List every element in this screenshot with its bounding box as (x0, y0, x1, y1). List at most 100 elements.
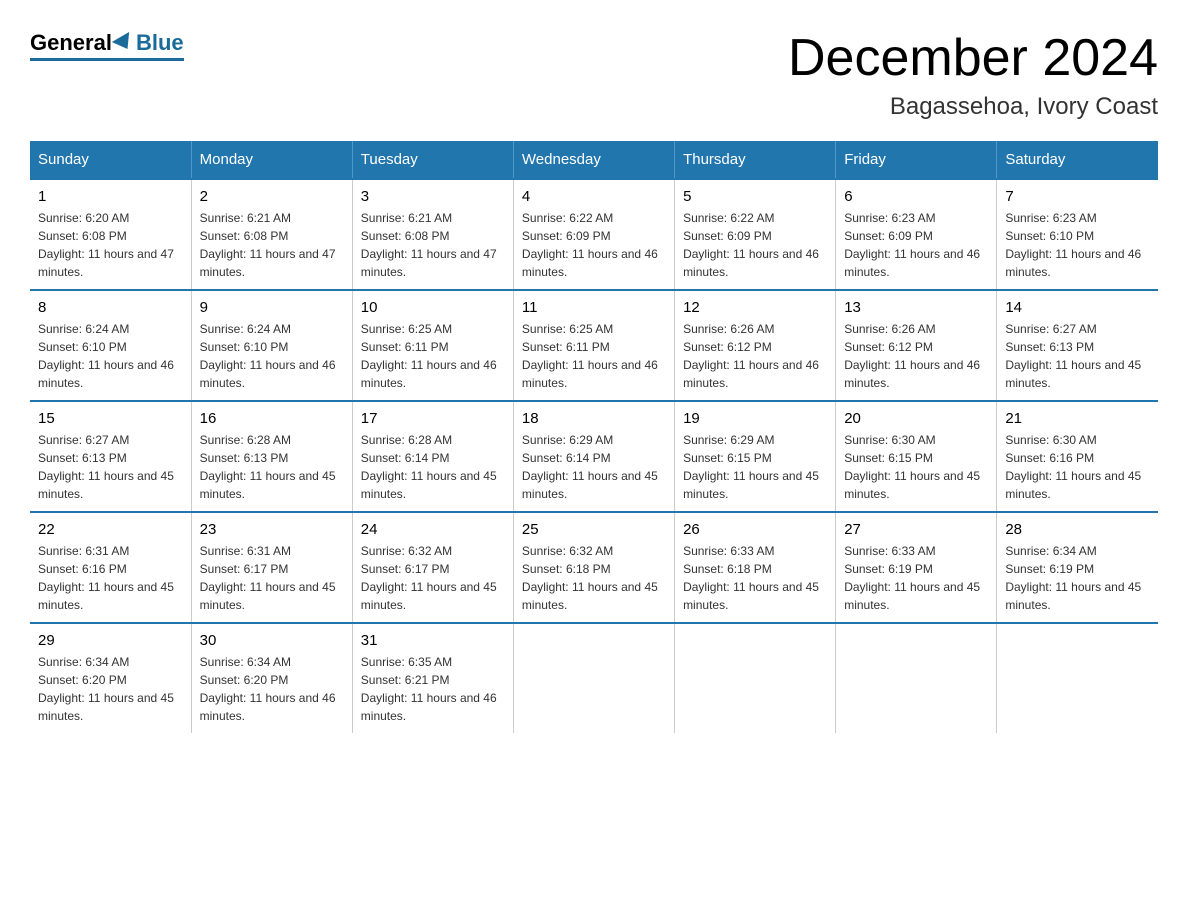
day-number: 25 (522, 521, 666, 538)
day-number: 27 (844, 521, 988, 538)
calendar-day-header: Saturday (997, 141, 1158, 179)
day-number: 26 (683, 521, 827, 538)
day-info: Sunrise: 6:24 AM Sunset: 6:10 PM Dayligh… (38, 320, 183, 392)
calendar-day-header: Thursday (675, 141, 836, 179)
day-number: 30 (200, 632, 344, 649)
day-info: Sunrise: 6:28 AM Sunset: 6:13 PM Dayligh… (200, 431, 344, 503)
day-info: Sunrise: 6:20 AM Sunset: 6:08 PM Dayligh… (38, 209, 183, 281)
day-info: Sunrise: 6:27 AM Sunset: 6:13 PM Dayligh… (1005, 320, 1150, 392)
day-number: 17 (361, 410, 505, 427)
calendar-day-cell: 27 Sunrise: 6:33 AM Sunset: 6:19 PM Dayl… (836, 512, 997, 623)
title-block: December 2024 Bagassehoa, Ivory Coast (788, 30, 1158, 121)
calendar-week-row: 29 Sunrise: 6:34 AM Sunset: 6:20 PM Dayl… (30, 623, 1158, 733)
day-info: Sunrise: 6:30 AM Sunset: 6:16 PM Dayligh… (1005, 431, 1150, 503)
calendar-day-cell: 10 Sunrise: 6:25 AM Sunset: 6:11 PM Dayl… (352, 290, 513, 401)
calendar-day-cell: 18 Sunrise: 6:29 AM Sunset: 6:14 PM Dayl… (513, 401, 674, 512)
day-number: 1 (38, 188, 183, 205)
calendar-day-cell: 23 Sunrise: 6:31 AM Sunset: 6:17 PM Dayl… (191, 512, 352, 623)
calendar-day-cell: 3 Sunrise: 6:21 AM Sunset: 6:08 PM Dayli… (352, 179, 513, 290)
calendar-day-header: Monday (191, 141, 352, 179)
logo-general-text: General (30, 30, 112, 56)
calendar-day-cell: 15 Sunrise: 6:27 AM Sunset: 6:13 PM Dayl… (30, 401, 191, 512)
day-info: Sunrise: 6:32 AM Sunset: 6:18 PM Dayligh… (522, 542, 666, 614)
month-title: December 2024 (788, 30, 1158, 87)
day-info: Sunrise: 6:27 AM Sunset: 6:13 PM Dayligh… (38, 431, 183, 503)
calendar-header-row: SundayMondayTuesdayWednesdayThursdayFrid… (30, 141, 1158, 179)
day-number: 29 (38, 632, 183, 649)
logo-blue-text: Blue (136, 30, 184, 56)
day-info: Sunrise: 6:24 AM Sunset: 6:10 PM Dayligh… (200, 320, 344, 392)
day-info: Sunrise: 6:32 AM Sunset: 6:17 PM Dayligh… (361, 542, 505, 614)
day-info: Sunrise: 6:33 AM Sunset: 6:19 PM Dayligh… (844, 542, 988, 614)
day-number: 7 (1005, 188, 1150, 205)
location-title: Bagassehoa, Ivory Coast (788, 93, 1158, 121)
day-number: 28 (1005, 521, 1150, 538)
day-info: Sunrise: 6:21 AM Sunset: 6:08 PM Dayligh… (361, 209, 505, 281)
day-number: 18 (522, 410, 666, 427)
calendar-day-cell: 12 Sunrise: 6:26 AM Sunset: 6:12 PM Dayl… (675, 290, 836, 401)
day-number: 13 (844, 299, 988, 316)
calendar-day-cell: 24 Sunrise: 6:32 AM Sunset: 6:17 PM Dayl… (352, 512, 513, 623)
day-info: Sunrise: 6:35 AM Sunset: 6:21 PM Dayligh… (361, 653, 505, 725)
day-info: Sunrise: 6:29 AM Sunset: 6:14 PM Dayligh… (522, 431, 666, 503)
day-number: 21 (1005, 410, 1150, 427)
day-info: Sunrise: 6:31 AM Sunset: 6:16 PM Dayligh… (38, 542, 183, 614)
calendar-day-header: Tuesday (352, 141, 513, 179)
calendar-day-cell: 2 Sunrise: 6:21 AM Sunset: 6:08 PM Dayli… (191, 179, 352, 290)
day-info: Sunrise: 6:34 AM Sunset: 6:19 PM Dayligh… (1005, 542, 1150, 614)
calendar-day-cell: 9 Sunrise: 6:24 AM Sunset: 6:10 PM Dayli… (191, 290, 352, 401)
day-info: Sunrise: 6:22 AM Sunset: 6:09 PM Dayligh… (522, 209, 666, 281)
calendar-week-row: 8 Sunrise: 6:24 AM Sunset: 6:10 PM Dayli… (30, 290, 1158, 401)
day-info: Sunrise: 6:34 AM Sunset: 6:20 PM Dayligh… (38, 653, 183, 725)
day-number: 19 (683, 410, 827, 427)
calendar-day-cell: 16 Sunrise: 6:28 AM Sunset: 6:13 PM Dayl… (191, 401, 352, 512)
day-number: 4 (522, 188, 666, 205)
day-number: 3 (361, 188, 505, 205)
day-info: Sunrise: 6:28 AM Sunset: 6:14 PM Dayligh… (361, 431, 505, 503)
calendar-day-cell (675, 623, 836, 733)
day-info: Sunrise: 6:23 AM Sunset: 6:09 PM Dayligh… (844, 209, 988, 281)
calendar-day-cell: 1 Sunrise: 6:20 AM Sunset: 6:08 PM Dayli… (30, 179, 191, 290)
day-number: 23 (200, 521, 344, 538)
calendar-day-cell: 8 Sunrise: 6:24 AM Sunset: 6:10 PM Dayli… (30, 290, 191, 401)
day-number: 24 (361, 521, 505, 538)
page-header: General Blue December 2024 Bagassehoa, I… (30, 30, 1158, 121)
day-number: 20 (844, 410, 988, 427)
day-info: Sunrise: 6:26 AM Sunset: 6:12 PM Dayligh… (683, 320, 827, 392)
day-info: Sunrise: 6:29 AM Sunset: 6:15 PM Dayligh… (683, 431, 827, 503)
day-info: Sunrise: 6:23 AM Sunset: 6:10 PM Dayligh… (1005, 209, 1150, 281)
day-number: 16 (200, 410, 344, 427)
calendar-table: SundayMondayTuesdayWednesdayThursdayFrid… (30, 141, 1158, 733)
calendar-day-cell: 31 Sunrise: 6:35 AM Sunset: 6:21 PM Dayl… (352, 623, 513, 733)
logo-arrow-icon (112, 32, 136, 54)
day-number: 6 (844, 188, 988, 205)
calendar-day-cell (513, 623, 674, 733)
calendar-day-cell: 14 Sunrise: 6:27 AM Sunset: 6:13 PM Dayl… (997, 290, 1158, 401)
calendar-week-row: 15 Sunrise: 6:27 AM Sunset: 6:13 PM Dayl… (30, 401, 1158, 512)
day-number: 22 (38, 521, 183, 538)
day-number: 11 (522, 299, 666, 316)
logo-underline (30, 58, 184, 61)
calendar-day-cell: 6 Sunrise: 6:23 AM Sunset: 6:09 PM Dayli… (836, 179, 997, 290)
day-info: Sunrise: 6:21 AM Sunset: 6:08 PM Dayligh… (200, 209, 344, 281)
day-number: 9 (200, 299, 344, 316)
day-info: Sunrise: 6:26 AM Sunset: 6:12 PM Dayligh… (844, 320, 988, 392)
day-info: Sunrise: 6:25 AM Sunset: 6:11 PM Dayligh… (361, 320, 505, 392)
day-number: 15 (38, 410, 183, 427)
calendar-day-cell: 21 Sunrise: 6:30 AM Sunset: 6:16 PM Dayl… (997, 401, 1158, 512)
calendar-day-cell: 7 Sunrise: 6:23 AM Sunset: 6:10 PM Dayli… (997, 179, 1158, 290)
calendar-day-cell (836, 623, 997, 733)
calendar-day-cell: 26 Sunrise: 6:33 AM Sunset: 6:18 PM Dayl… (675, 512, 836, 623)
calendar-week-row: 22 Sunrise: 6:31 AM Sunset: 6:16 PM Dayl… (30, 512, 1158, 623)
day-number: 12 (683, 299, 827, 316)
calendar-day-cell: 4 Sunrise: 6:22 AM Sunset: 6:09 PM Dayli… (513, 179, 674, 290)
day-number: 5 (683, 188, 827, 205)
calendar-day-cell (997, 623, 1158, 733)
calendar-day-cell: 13 Sunrise: 6:26 AM Sunset: 6:12 PM Dayl… (836, 290, 997, 401)
calendar-day-cell: 17 Sunrise: 6:28 AM Sunset: 6:14 PM Dayl… (352, 401, 513, 512)
day-info: Sunrise: 6:30 AM Sunset: 6:15 PM Dayligh… (844, 431, 988, 503)
day-number: 2 (200, 188, 344, 205)
calendar-day-cell: 19 Sunrise: 6:29 AM Sunset: 6:15 PM Dayl… (675, 401, 836, 512)
calendar-day-cell: 11 Sunrise: 6:25 AM Sunset: 6:11 PM Dayl… (513, 290, 674, 401)
calendar-day-header: Sunday (30, 141, 191, 179)
